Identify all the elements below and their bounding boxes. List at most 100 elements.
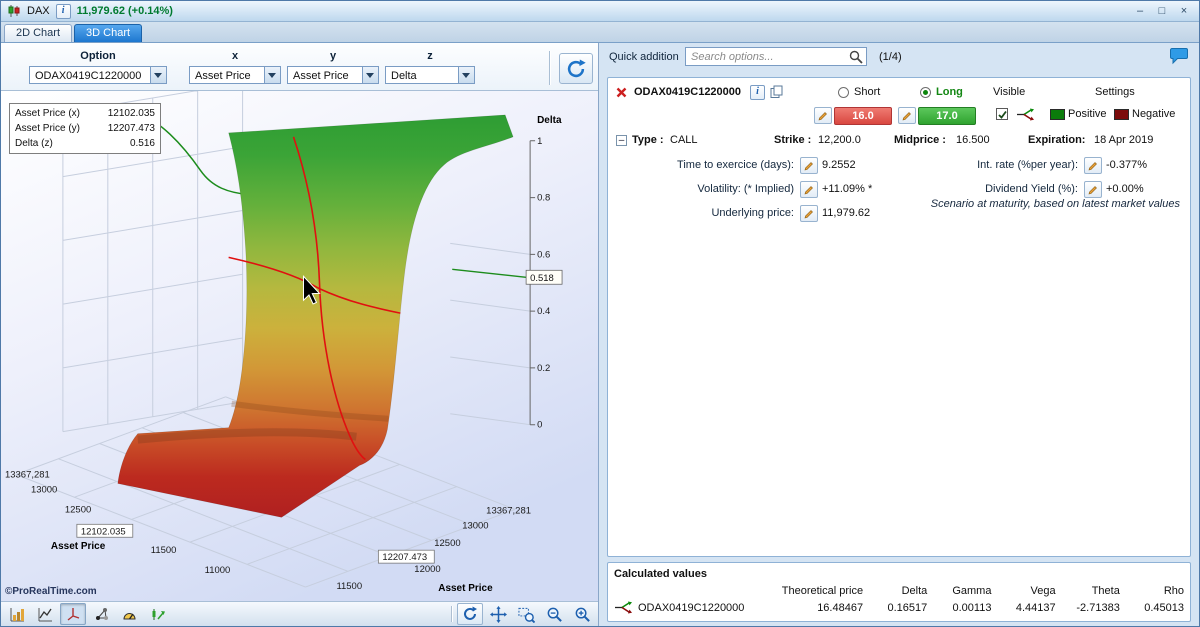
z-tick: 0.4 (537, 306, 550, 317)
chart-toolbar (1, 601, 598, 626)
3d-chart[interactable]: Delta 1 0.8 0.6 0.4 0.2 0 0.518 (1, 91, 598, 601)
info-icon[interactable]: i (750, 85, 765, 100)
type-value: CALL (670, 134, 698, 146)
zoom-window-button[interactable] (513, 603, 539, 625)
ask-price-button[interactable]: 17.0 (918, 107, 976, 125)
edit-bid-button[interactable] (814, 107, 832, 124)
pan-button[interactable] (485, 603, 511, 625)
molecule-icon (94, 607, 109, 622)
edit-rate-button[interactable] (1084, 157, 1102, 174)
svg-text:13000: 13000 (462, 520, 488, 531)
zoom-window-icon (518, 606, 535, 623)
visible-checkbox[interactable] (996, 108, 1008, 120)
edit-dividend-button[interactable] (1084, 181, 1102, 198)
pencil-icon (1088, 185, 1098, 195)
watermark: ©ProRealTime.com (5, 586, 97, 597)
col-gamma: Gamma (927, 585, 991, 597)
pencil-icon (804, 185, 814, 195)
y-axis-select-value: Asset Price (293, 70, 349, 82)
x-axis-select-value: Asset Price (195, 70, 251, 82)
copy-icon[interactable] (770, 85, 783, 99)
chevron-down-icon[interactable] (264, 67, 280, 83)
surface-3d-mode-button[interactable] (60, 603, 86, 625)
reset-view-icon (462, 606, 478, 622)
candlestick-mode-button[interactable] (144, 603, 170, 625)
chevron-down-icon[interactable] (150, 67, 166, 83)
positive-color-swatch[interactable] (1050, 109, 1065, 120)
search-icon[interactable] (849, 50, 863, 64)
long-label: Long (936, 86, 963, 98)
z-axis-select[interactable]: Delta (385, 66, 475, 84)
close-button[interactable]: × (1175, 4, 1193, 19)
col-delta: Delta (863, 585, 927, 597)
edit-underlying-button[interactable] (800, 205, 818, 222)
svg-text:13367,281: 13367,281 (486, 505, 531, 516)
window-controls: – □ × (1131, 4, 1193, 19)
tab-2d-chart[interactable]: 2D Chart (4, 24, 72, 42)
gamma-value: 0.00113 (927, 602, 991, 614)
tab-bar: 2D Chart 3D Chart (1, 22, 1199, 43)
quote-label: 11,979.62 (+0.14%) (77, 5, 173, 17)
long-radio[interactable] (920, 87, 931, 98)
svg-text:11000: 11000 (205, 565, 231, 576)
dividend-yield-value: +0.00% (1106, 183, 1144, 195)
z-tick: 0.6 (537, 249, 550, 260)
zoom-in-button[interactable] (569, 603, 595, 625)
info-icon[interactable]: i (56, 4, 71, 19)
calc-value-row: ODAX0419C1220000 16.48467 0.16517 0.0011… (608, 601, 1190, 614)
option-select[interactable]: ODAX0419C1220000 (29, 66, 167, 84)
minimize-button[interactable]: – (1131, 4, 1149, 19)
chart-tooltip: Asset Price (x)12102.035 Asset Price (y)… (9, 103, 161, 154)
short-radio[interactable] (838, 87, 849, 98)
edit-ask-button[interactable] (898, 107, 916, 124)
calculated-values-box: Calculated values Theoretical price Delt… (607, 562, 1191, 622)
chart-controls: Option ODAX0419C1220000 x Asset Price y … (1, 43, 598, 91)
gauge-mode-button[interactable] (116, 603, 142, 625)
col-theoretical-price: Theoretical price (767, 585, 863, 597)
refresh-button[interactable] (559, 53, 593, 84)
x-axis-marker: 12102.035 (81, 526, 126, 537)
refresh-icon (565, 58, 587, 80)
x-axis-select[interactable]: Asset Price (189, 66, 281, 84)
bid-price-button[interactable]: 16.0 (834, 107, 892, 125)
zoom-out-icon (546, 606, 563, 623)
zoom-out-button[interactable] (541, 603, 567, 625)
negative-color-swatch[interactable] (1114, 109, 1129, 120)
scatter-mode-button[interactable] (88, 603, 114, 625)
bar-chart-mode-button[interactable] (4, 603, 30, 625)
check-icon (998, 110, 1007, 119)
y-axis-select[interactable]: Asset Price (287, 66, 379, 84)
time-to-exercise-value: 9.2552 (822, 159, 856, 171)
z-column-label: z (385, 50, 475, 62)
chevron-down-icon[interactable] (458, 67, 474, 83)
line-chart-mode-button[interactable] (32, 603, 58, 625)
collapse-toggle[interactable]: – (616, 135, 627, 146)
z-tick: 0.2 (537, 363, 550, 374)
expiration-label: Expiration: (1028, 134, 1085, 146)
chat-bubble-icon[interactable] (1169, 47, 1189, 65)
search-input[interactable] (685, 47, 867, 66)
remove-option-icon[interactable] (616, 87, 627, 98)
z-axis-title: Delta (537, 115, 562, 126)
tab-3d-chart[interactable]: 3D Chart (74, 24, 142, 42)
svg-text:12000: 12000 (414, 564, 440, 575)
titlebar: DAX i 11,979.62 (+0.14%) – □ × (1, 1, 1199, 22)
pencil-icon (804, 161, 814, 171)
svg-text:0.518: 0.518 (530, 273, 554, 284)
edit-volatility-button[interactable] (800, 181, 818, 198)
reset-view-button[interactable] (457, 603, 483, 625)
vega-value: 4.44137 (991, 602, 1055, 614)
volatility-value: +11.09% * (822, 183, 872, 195)
app-window: DAX i 11,979.62 (+0.14%) – □ × 2D Chart … (0, 0, 1200, 627)
time-to-exercise-label: Time to exercice (days): (616, 159, 794, 171)
strike-value: 12,200.0 (818, 134, 861, 146)
chevron-down-icon[interactable] (362, 67, 378, 83)
rho-value: 0.45013 (1120, 602, 1184, 614)
pan-icon (490, 606, 507, 623)
expiration-value: 18 Apr 2019 (1094, 134, 1153, 146)
visible-header: Visible (993, 86, 1025, 98)
edit-tte-button[interactable] (800, 157, 818, 174)
maximize-button[interactable]: □ (1153, 4, 1171, 19)
svg-text:12500: 12500 (434, 538, 460, 549)
scenario-note: Scenario at maturity, based on latest ma… (910, 198, 1180, 211)
